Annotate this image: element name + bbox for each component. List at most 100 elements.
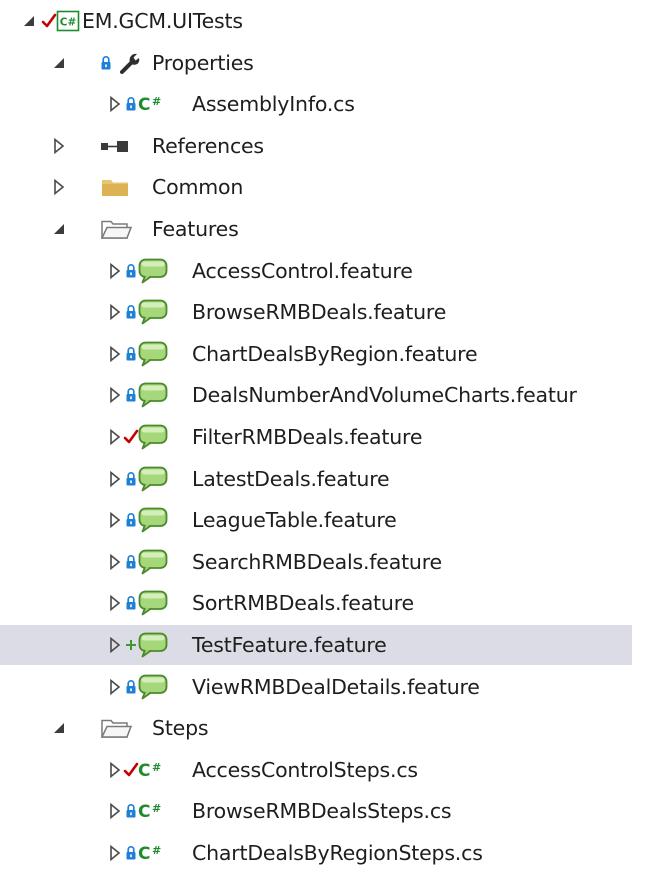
lock-icon <box>123 343 139 365</box>
expanded-arrow-icon[interactable] <box>52 52 66 74</box>
tree-item[interactable]: AccessControl.feature <box>0 251 632 291</box>
feature-file-icon <box>138 506 168 534</box>
svg-text:C#: C# <box>60 17 77 29</box>
tree-item[interactable]: TestFeature.feature <box>0 625 632 665</box>
expanded-arrow-icon[interactable] <box>22 10 36 32</box>
collapsed-arrow-icon[interactable] <box>108 343 122 365</box>
svg-text:#: # <box>152 802 161 815</box>
feature-file-icon <box>138 673 168 701</box>
feature-file-icon <box>138 340 168 368</box>
pending-add-icon <box>123 634 139 656</box>
wrench-icon <box>119 49 145 77</box>
tree-item-label: EM.GCM.UITests <box>82 9 243 33</box>
svg-text:#: # <box>152 844 161 857</box>
tree-item[interactable]: LatestDeals.feature <box>0 459 632 499</box>
tree-item-label: Features <box>152 217 239 241</box>
collapsed-arrow-icon[interactable] <box>108 468 122 490</box>
tree-item-label: LatestDeals.feature <box>192 466 390 491</box>
svg-text:#: # <box>152 761 161 774</box>
expanded-arrow-icon[interactable] <box>52 717 66 739</box>
lock-icon <box>98 52 114 74</box>
tree-item[interactable]: BrowseRMBDeals.feature <box>0 292 632 332</box>
lock-icon <box>123 592 139 614</box>
tree-item[interactable]: LeagueTable.feature <box>0 500 632 540</box>
svg-text:C: C <box>138 802 150 821</box>
feature-file-icon <box>138 257 168 285</box>
solution-explorer-tree: C# EM.GCM.UITests Properties C # AssemblyInfo… <box>0 0 648 865</box>
lock-icon <box>123 800 139 822</box>
lock-icon <box>123 676 139 698</box>
tree-item-label: AccessControlSteps.cs <box>192 757 418 782</box>
collapsed-arrow-icon[interactable] <box>108 384 122 406</box>
feature-file-icon <box>138 631 168 659</box>
tree-item[interactable]: Common <box>0 167 632 207</box>
tree-item[interactable]: C # ChartDealsByRegionSteps.cs <box>0 833 632 873</box>
references-icon <box>100 132 130 160</box>
tree-item[interactable]: ViewRMBDealDetails.feature <box>0 667 632 707</box>
tree-item-label: ChartDealsByRegionSteps.cs <box>192 841 483 865</box>
folder-closed-icon <box>100 173 130 201</box>
csharp-file-icon: C # <box>138 90 166 118</box>
lock-icon <box>123 551 139 573</box>
collapsed-arrow-icon[interactable] <box>108 426 122 448</box>
tree-item[interactable]: DealsNumberAndVolumeCharts.featur <box>0 375 632 415</box>
svg-text:C: C <box>138 844 150 863</box>
collapsed-arrow-icon[interactable] <box>108 301 122 323</box>
svg-text:#: # <box>152 95 161 108</box>
tree-item[interactable]: FilterRMBDeals.feature <box>0 417 632 457</box>
lock-icon <box>123 384 139 406</box>
collapsed-arrow-icon[interactable] <box>108 509 122 531</box>
collapsed-arrow-icon[interactable] <box>108 551 122 573</box>
collapsed-arrow-icon[interactable] <box>108 800 122 822</box>
collapsed-arrow-icon[interactable] <box>52 135 66 157</box>
feature-file-icon <box>138 548 168 576</box>
collapsed-arrow-icon[interactable] <box>108 842 122 864</box>
tree-item-label: BrowseRMBDeals.feature <box>192 300 447 325</box>
feature-file-icon <box>138 298 168 326</box>
tree-item[interactable]: Steps <box>0 708 632 748</box>
tree-item-label: ViewRMBDealDetails.feature <box>192 674 480 699</box>
tree-item-label: ChartDealsByRegion.feature <box>192 341 478 366</box>
tree-item-label: AssemblyInfo.cs <box>192 92 355 117</box>
lock-icon <box>123 468 139 490</box>
tree-item[interactable]: C # AssemblyInfo.cs <box>0 84 632 124</box>
tree-item[interactable]: C # BrowseRMBDealsSteps.cs <box>0 791 632 831</box>
collapsed-arrow-icon[interactable] <box>108 260 122 282</box>
tree-item[interactable]: C # AccessControlSteps.cs <box>0 750 632 790</box>
tree-item[interactable]: C# EM.GCM.UITests <box>0 1 632 41</box>
tree-item-label: FilterRMBDeals.feature <box>192 425 423 449</box>
collapsed-arrow-icon[interactable] <box>108 592 122 614</box>
checked-in-icon <box>123 759 139 781</box>
feature-file-icon <box>138 381 168 409</box>
collapsed-arrow-icon[interactable] <box>108 759 122 781</box>
lock-icon <box>123 509 139 531</box>
feature-file-icon <box>138 589 168 617</box>
tree-item-label: Steps <box>152 716 209 741</box>
tree-item-label: Properties <box>152 50 254 75</box>
svg-text:C: C <box>138 95 150 114</box>
csharp-file-icon: C # <box>138 756 166 784</box>
collapsed-arrow-icon[interactable] <box>52 176 66 198</box>
tree-item-label: AccessControl.feature <box>192 258 413 283</box>
lock-icon <box>123 842 139 864</box>
folder-open-icon <box>100 215 132 243</box>
feature-file-icon <box>138 465 168 493</box>
svg-text:C: C <box>138 761 150 780</box>
tree-item-label: SortRMBDeals.feature <box>192 591 414 616</box>
expanded-arrow-icon[interactable] <box>52 218 66 240</box>
csharp-file-icon: C # <box>138 839 166 867</box>
tree-item[interactable]: Features <box>0 209 632 249</box>
tree-item-label: TestFeature.feature <box>192 633 387 657</box>
csharp-project-icon: C# <box>56 7 80 35</box>
tree-item[interactable]: References <box>0 126 632 166</box>
tree-item[interactable]: SortRMBDeals.feature <box>0 583 632 623</box>
collapsed-arrow-icon[interactable] <box>108 93 122 115</box>
tree-item-label: References <box>152 133 264 158</box>
tree-item[interactable]: Properties <box>0 43 632 83</box>
collapsed-arrow-icon[interactable] <box>108 634 122 656</box>
tree-item[interactable]: SearchRMBDeals.feature <box>0 542 632 582</box>
feature-file-icon <box>138 423 168 451</box>
tree-item[interactable]: ChartDealsByRegion.feature <box>0 334 632 374</box>
lock-icon <box>123 301 139 323</box>
collapsed-arrow-icon[interactable] <box>108 676 122 698</box>
